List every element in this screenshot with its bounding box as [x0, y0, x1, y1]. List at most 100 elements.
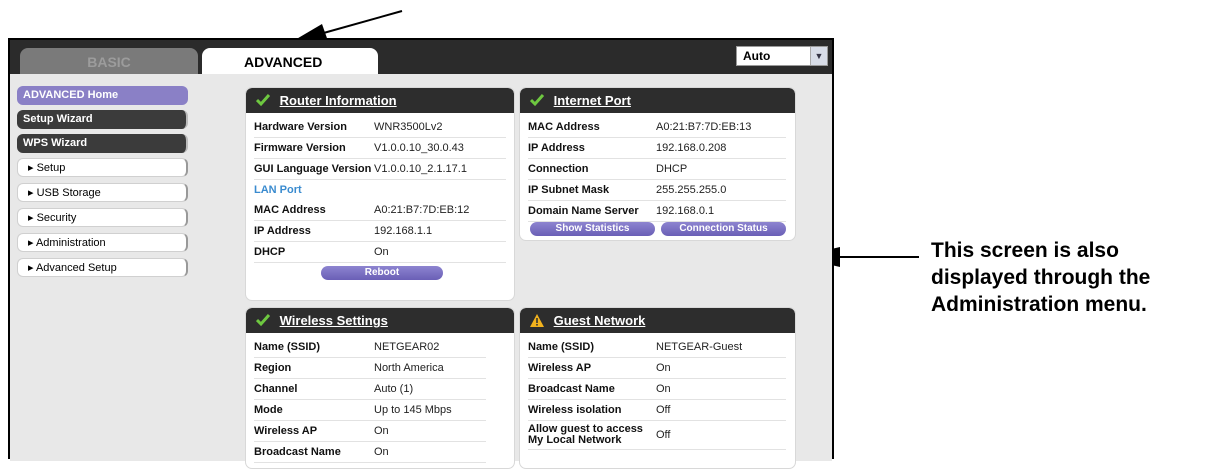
router-information-link[interactable]: Router Information — [280, 93, 397, 108]
table-row: Wireless AP On — [254, 420, 486, 442]
row-label: Mode — [254, 399, 372, 421]
row-label: Broadcast Name — [254, 441, 372, 463]
warning-icon — [530, 314, 544, 327]
row-label: Allow guest to access My Local Network — [528, 420, 654, 450]
guest-network-link[interactable]: Guest Network — [554, 313, 646, 328]
table-row: Connection DHCP — [528, 158, 786, 180]
row-value: On — [372, 441, 486, 463]
tab-basic[interactable]: BASIC — [20, 48, 198, 74]
table-row: GUI Language Version V1.0.0.10_2.1.17.1 — [254, 158, 506, 180]
table-row: Wireless AP On — [528, 357, 786, 379]
table-row: LAN Port — [254, 180, 506, 201]
row-value: 192.168.0.208 — [654, 137, 786, 159]
row-label: Region — [254, 357, 372, 379]
sidebar-item[interactable]: WPS Wizard — [17, 134, 188, 153]
row-value: V1.0.0.10_2.1.17.1 — [372, 158, 506, 180]
table-row: Broadcast Name On — [254, 441, 486, 463]
table-row: Name (SSID) NETGEAR-Guest — [528, 337, 786, 358]
wireless-settings-table: Name (SSID) NETGEAR02 Region North America C… — [254, 337, 486, 463]
row-label: Wireless AP — [528, 357, 654, 379]
annotation-note: This screen is also displayed through th… — [931, 237, 1150, 318]
row-value: On — [654, 357, 786, 379]
internet-port-link[interactable]: Internet Port — [554, 93, 631, 108]
main-content: ADVANCED Home Setup Wizard WPS Wizard ▸ Set… — [10, 74, 832, 469]
panel-header: Guest Network — [520, 308, 795, 333]
table-row: IP Address 192.168.0.208 — [528, 137, 786, 159]
connection-status-button[interactable]: Connection Status — [661, 222, 786, 236]
row-label: Domain Name Server — [528, 200, 654, 222]
row-label: IP Address — [254, 220, 372, 242]
table-row: Mode Up to 145 Mbps — [254, 399, 486, 421]
row-value: North America — [372, 357, 486, 379]
table-row: MAC Address A0:21:B7:7D:EB:12 — [254, 200, 506, 221]
table-row: Name (SSID) NETGEAR02 — [254, 337, 486, 358]
annotation-line-3: Administration menu. — [931, 293, 1147, 316]
guest-network-table: Name (SSID) NETGEAR-Guest Wireless AP On Bro… — [528, 337, 786, 450]
table-row: MAC Address A0:21:B7:7D:EB:13 — [528, 117, 786, 138]
guest-network-panel: Guest Network Name (SSID) NETGEAR-Guest Wi… — [519, 307, 796, 469]
chevron-down-icon[interactable]: ▼ — [810, 47, 827, 65]
row-label: Name (SSID) — [254, 337, 372, 358]
tab-advanced[interactable]: ADVANCED — [202, 48, 378, 74]
row-value: On — [372, 241, 506, 263]
row-value: 255.255.255.0 — [654, 179, 786, 201]
reboot-button[interactable]: Reboot — [321, 266, 443, 280]
row-label: MAC Address — [254, 200, 372, 221]
sidebar-item[interactable]: ADVANCED Home — [17, 86, 188, 105]
row-label: Hardware Version — [254, 117, 372, 138]
row-label: Firmware Version — [254, 137, 372, 159]
row-value: V1.0.0.10_30.0.43 — [372, 137, 506, 159]
table-row: DHCP On — [254, 241, 506, 263]
table-row: Firmware Version V1.0.0.10_30.0.43 — [254, 137, 506, 159]
row-value: On — [372, 420, 486, 442]
row-value: A0:21:B7:7D:EB:12 — [372, 200, 506, 221]
table-row: Wireless isolation Off — [528, 399, 786, 421]
table-row: Domain Name Server 192.168.0.1 — [528, 200, 786, 222]
row-label: DHCP — [254, 241, 372, 263]
row-label: LAN Port — [254, 184, 302, 196]
row-value: Off — [654, 420, 786, 450]
row-value: NETGEAR-Guest — [654, 337, 786, 358]
row-label: Connection — [528, 158, 654, 180]
internet-port-panel: Internet Port MAC Address A0:21:B7:7D:EB:… — [519, 87, 796, 241]
show-statistics-button[interactable]: Show Statistics — [530, 222, 655, 236]
wireless-settings-link[interactable]: Wireless Settings — [280, 313, 388, 328]
row-value: WNR3500Lv2 — [372, 117, 506, 138]
sidebar-item[interactable]: Setup Wizard — [17, 110, 188, 129]
check-icon — [256, 314, 270, 327]
annotation-line-2: displayed through the — [931, 266, 1151, 289]
check-icon — [530, 94, 544, 107]
check-icon — [256, 94, 270, 107]
row-label: IP Address — [528, 137, 654, 159]
sidebar-item[interactable]: ▸ USB Storage — [17, 183, 188, 202]
row-label: Broadcast Name — [528, 378, 654, 400]
row-label: IP Subnet Mask — [528, 179, 654, 201]
table-row: Channel Auto (1) — [254, 378, 486, 400]
table-row: Allow guest to access My Local Network Of… — [528, 420, 786, 450]
language-select[interactable]: Auto ▼ — [736, 46, 828, 66]
row-value: 192.168.1.1 — [372, 220, 506, 242]
internet-port-table: MAC Address A0:21:B7:7D:EB:13 IP Address 19… — [528, 117, 786, 222]
row-label: MAC Address — [528, 117, 654, 138]
sidebar-item[interactable]: ▸ Administration — [17, 233, 188, 252]
panel-header: Wireless Settings — [246, 308, 514, 333]
row-label: Wireless AP — [254, 420, 372, 442]
table-row: Hardware Version WNR3500Lv2 — [254, 117, 506, 138]
sidebar-item[interactable]: ▸ Advanced Setup — [17, 258, 188, 277]
wireless-settings-panel: Wireless Settings Name (SSID) NETGEAR02 Re… — [245, 307, 515, 469]
annotation-line-1: This screen is also — [931, 239, 1119, 262]
row-label: Name (SSID) — [528, 337, 654, 358]
sidebar-item[interactable]: ▸ Security — [17, 208, 188, 227]
row-value: 192.168.0.1 — [654, 200, 786, 222]
row-value: DHCP — [654, 158, 786, 180]
table-row: IP Subnet Mask 255.255.255.0 — [528, 179, 786, 201]
row-value: A0:21:B7:7D:EB:13 — [654, 117, 786, 138]
table-row: IP Address 192.168.1.1 — [254, 220, 506, 242]
language-select-value: Auto — [743, 49, 771, 63]
row-value: Auto (1) — [372, 378, 486, 400]
router-admin-window: BASIC ADVANCED Auto ▼ ADVANCED Home Setup… — [8, 38, 834, 469]
row-value — [372, 180, 506, 201]
row-label: Wireless isolation — [528, 399, 654, 421]
sidebar-item[interactable]: ▸ Setup — [17, 158, 188, 177]
top-bar: BASIC ADVANCED Auto ▼ — [10, 40, 832, 74]
